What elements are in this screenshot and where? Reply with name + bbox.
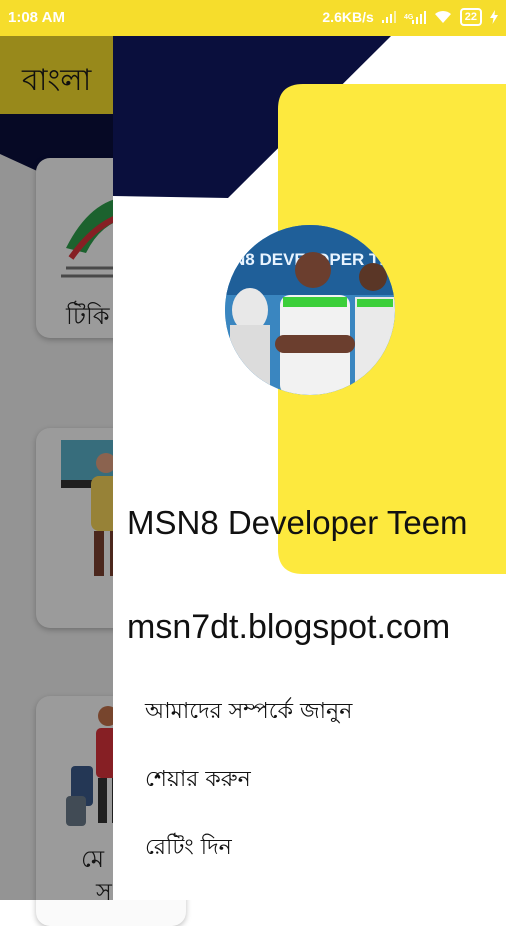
status-time: 1:08 AM — [8, 9, 65, 26]
navigation-drawer: N8 DEVELOPER TEEM MSN8 Developer Teem ms… — [113, 36, 506, 900]
menu-item-rate[interactable]: রেটিং দিন — [145, 830, 232, 867]
menu-item-about-us[interactable]: আমাদের সম্পর্কে জানুন — [145, 694, 352, 731]
charging-icon — [490, 10, 498, 24]
svg-text:4G: 4G — [404, 14, 414, 21]
menu-item-share[interactable]: শেয়ার করুন — [145, 762, 251, 799]
signal-icon — [381, 11, 396, 23]
profile-avatar[interactable]: N8 DEVELOPER TEEM — [225, 225, 395, 395]
profile-website[interactable]: msn7dt.blogspot.com — [127, 608, 450, 647]
team-photo: N8 DEVELOPER TEEM — [225, 225, 395, 395]
wifi-icon — [434, 10, 451, 23]
signal-icon-2: 4G — [404, 11, 426, 24]
battery-level: 22 — [459, 8, 482, 26]
profile-name: MSN8 Developer Teem — [127, 504, 468, 541]
network-speed: 2.6KB/s — [322, 9, 374, 25]
status-icons: 2.6KB/s 4G 22 — [322, 8, 498, 26]
status-bar: 1:08 AM 2.6KB/s 4G 22 — [0, 0, 506, 36]
battery-icon: 22 — [459, 8, 482, 26]
